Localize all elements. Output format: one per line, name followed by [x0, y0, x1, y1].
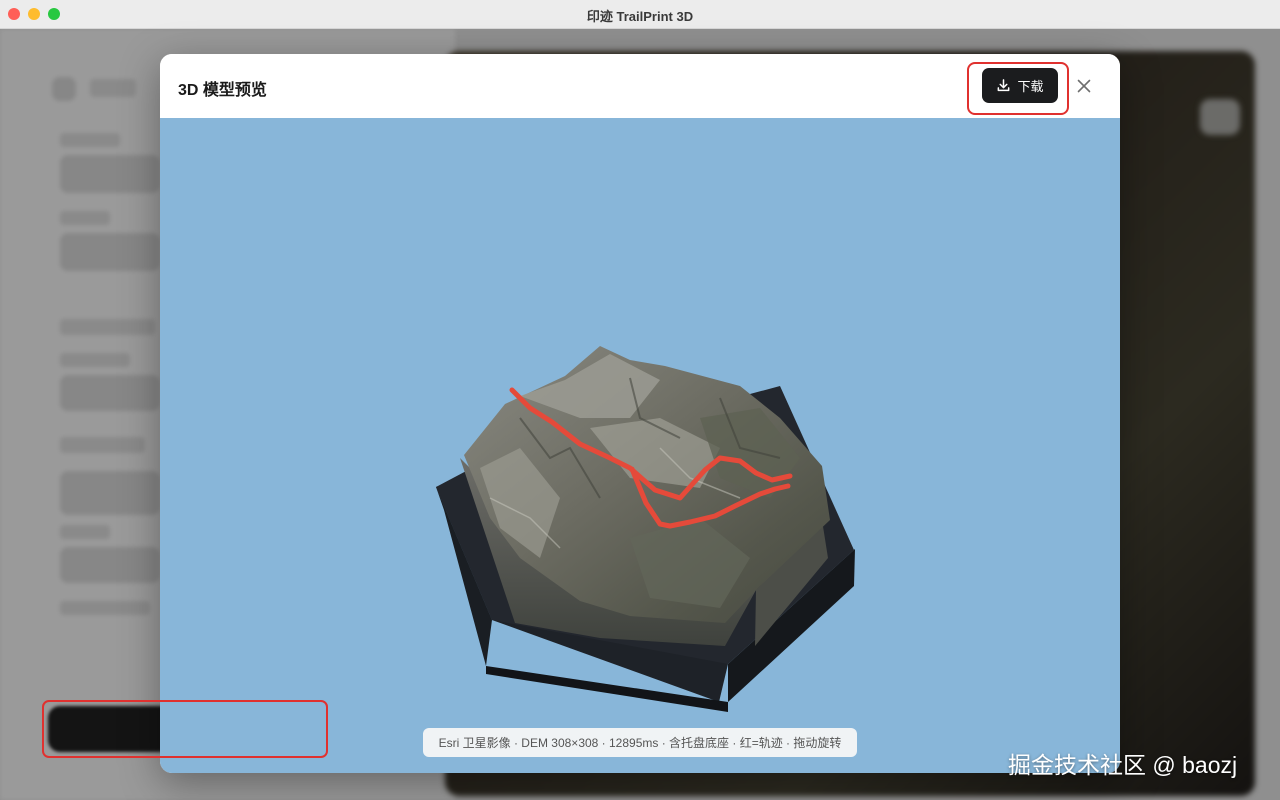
background-map-control: [1200, 99, 1240, 135]
preview-modal: 3D 模型预览 下载 Esri 卫星影像 · DEM 308×308 · 128…: [160, 54, 1120, 773]
info-bar: Esri 卫星影像 · DEM 308×308 · 12895ms · 含托盘底…: [423, 728, 857, 757]
model-viewport[interactable]: Esri 卫星影像 · DEM 308×308 · 12895ms · 含托盘底…: [160, 118, 1120, 773]
highlight-box-download: [967, 62, 1069, 115]
close-button[interactable]: [1072, 74, 1096, 98]
highlight-box-left: [42, 700, 328, 758]
watermark: 掘金技术社区 @ baozj: [1008, 752, 1238, 778]
window-titlebar: 印迹 TrailPrint 3D: [0, 0, 1280, 29]
window-title: 印迹 TrailPrint 3D: [586, 9, 694, 24]
modal-title: 3D 模型预览: [178, 82, 267, 99]
close-icon: [1077, 79, 1091, 93]
terrain-model[interactable]: [160, 118, 1120, 773]
